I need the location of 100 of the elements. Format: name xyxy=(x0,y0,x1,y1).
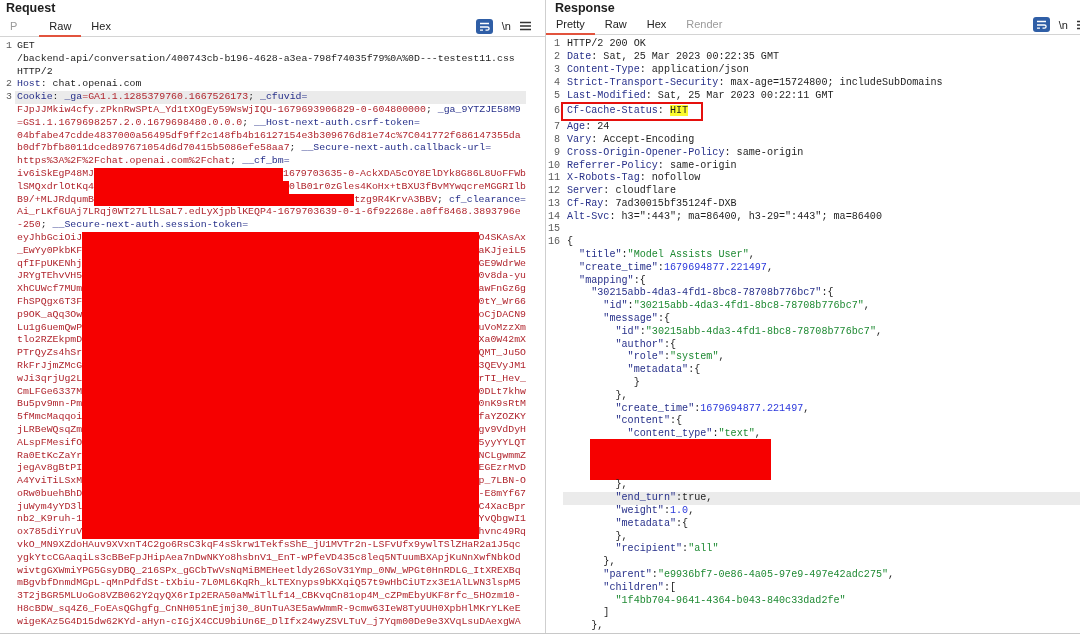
code-line: 0DLt7khw xyxy=(478,385,526,399)
code-line: CmLFGe6337M xyxy=(17,385,83,399)
code-line: ] xyxy=(603,607,610,621)
text-wrap-icon[interactable] xyxy=(475,18,493,34)
code-line: /backend-api/conversation/400743cb-b196-4628-a3ea-798f74035f79%0A%0D---testest11.css xyxy=(17,52,515,66)
newline-button[interactable]: \n xyxy=(1058,18,1068,31)
code-line: 04bfabe47cdde4837000a56495df9ff2c148fb4b16127154e3b309676d81e74c%7C041772f686147355da xyxy=(17,129,521,143)
code-line: gv9VdDyH xyxy=(478,423,526,437)
code-line: "weight":1.0, xyxy=(615,505,695,518)
code-line: A4YviTiLSxM xyxy=(17,475,83,488)
code-line: 0v8da-yu xyxy=(478,270,526,284)
line-number: 15 xyxy=(546,223,560,237)
code-line: Cookie: _ga=GA1.1.1285379760.1667526173; _cfuvid= xyxy=(17,91,308,104)
code-line: RkFrJjmZMcG xyxy=(17,359,83,373)
code-line: "mapping":{ xyxy=(579,274,646,287)
line-number: 10 xyxy=(546,159,560,173)
code-line: GE9WdrWe xyxy=(478,257,526,271)
line-number: 4 xyxy=(552,76,560,90)
code-line: 5yyYYLQT xyxy=(478,436,526,450)
code-line: eyJhbGciOiJ xyxy=(17,231,83,245)
code-line: wivtgGXWmiYPG5GsyDBQ_216SPx_gGCbTwVsNqMiBMEHeetldy26SoV31Ymp_0NW_WPGt0HnRDLG_ItXREXBq xyxy=(17,564,521,578)
code-line: Ai_rLKf6UAj7LRqj0WT27LlLSaL7.edLyXjpblKEQP4-1679703639-0-1-6f92268e.a0ff8468.3893796e xyxy=(17,206,521,220)
code-line: =GS1.1.1679698257.2.0.1679698480.0.0.0; __Host-next-auth.csrf-token= xyxy=(17,116,420,130)
code-line: HTTP/2 200 OK xyxy=(567,38,646,52)
code-line: faYZOZKY xyxy=(478,411,526,424)
code-line: Content-Type: application/json xyxy=(567,63,749,77)
line-number: 3 xyxy=(552,63,560,77)
code-line: "metadata":{ xyxy=(615,517,689,531)
code-line: XhCUWcf7MUm xyxy=(17,283,83,296)
code-line: p9OK_aQq3Ow xyxy=(17,308,83,322)
code-line: Alt-Svc: h3=":443"; ma=86400, h3-29=":443"; ma=86400 xyxy=(567,210,882,224)
line-number: 5 xyxy=(552,89,560,103)
code-line: "metadata":{ xyxy=(627,364,701,377)
code-line: hvnc49Rq xyxy=(478,526,526,540)
tab[interactable]: Raw xyxy=(39,16,82,37)
code-line: p_7LBN-O xyxy=(478,475,526,488)
code-line: Bu5pv9mn-Pm xyxy=(17,398,83,412)
code-line: "id":"30215abb-4da3-4fd1-8bc8-78708b776bc7", xyxy=(615,325,882,339)
code-line: "author":{ xyxy=(615,338,677,351)
code-line: "1f4bb704-9641-4364-b043-840c33dad2fe" xyxy=(615,594,846,608)
code-line: -250; __Secure-next-auth.session-token= xyxy=(17,219,249,232)
code-line: mBgvbfDnmdMGpL-qMnPdfdSt-tXbiu-7L0ML6KqRh_kLTEXnyps9bKXqiQ57t9wHbCiUTzx3E1AlLWN3lspM5 xyxy=(17,577,521,591)
code-line: "end_turn":true, xyxy=(615,492,713,505)
code-line: Server: cloudflare xyxy=(567,185,677,198)
code-line: GET xyxy=(17,40,35,53)
code-line: "content":{ xyxy=(615,415,683,428)
line-number: 1 xyxy=(5,40,12,53)
code-line: Cf-Ray: 7ad30015bf35124f-DXB xyxy=(567,197,737,211)
code-line: "content_type":"text", xyxy=(627,428,761,442)
line-number: 12 xyxy=(546,185,560,198)
line-number: 7 xyxy=(552,121,560,134)
code-line: C4XacBpr xyxy=(478,500,526,514)
tab[interactable]: Hex xyxy=(81,16,121,37)
menu-icon[interactable] xyxy=(520,21,531,31)
code-line: "create_time":1679694877.221497, xyxy=(579,261,773,275)
newline-button[interactable]: \n xyxy=(501,20,511,32)
code-line: "message":{ xyxy=(603,313,670,326)
code-line: }, xyxy=(591,620,604,633)
code-line: O4SKAsAx xyxy=(478,231,526,245)
tab[interactable]: Hex xyxy=(636,15,677,36)
code-line: Age: 24 xyxy=(567,121,610,134)
line-number: 2 xyxy=(5,78,12,92)
code-line: }, xyxy=(615,389,628,403)
code-line: }, xyxy=(615,479,628,492)
line-number: 14 xyxy=(546,210,560,224)
code-line: 3QEVyJM1 xyxy=(478,359,526,373)
line-number: 9 xyxy=(552,146,560,160)
pane-title: Request xyxy=(6,1,56,15)
line-number: 16 xyxy=(546,236,560,250)
code-line: 0tY_Wr66 xyxy=(478,295,526,309)
code-line: Cf-Cache-Status: HIT xyxy=(567,105,689,119)
code-line: Vary: Accept-Encoding xyxy=(567,133,695,147)
code-line: 0lB01r0zGles4KoHx+tBXU3fBvMYwqcreMGGRIlb xyxy=(288,180,526,194)
code-line: wigeKAz5G4D15dw62KYd-aHyn-cIGjX4CCU9biUn6E_DlIfx24wyZSVLTuV_j7Yqm00De9e3XVqLsuDAexgWA xyxy=(17,615,521,629)
code-line: jegAv8gBtPI xyxy=(17,462,83,476)
tab[interactable]: Pretty xyxy=(546,15,595,36)
line-number: 2 xyxy=(552,51,560,64)
code-line: Date: Sat, 25 Mar 2023 00:22:35 GMT xyxy=(567,51,779,64)
code-line: H8cBDW_sq4Z6_FoEAsQGhgfg_CnNH051nEjmj30_8UnTuA3E5awWmmR-9cmw63IeW8TyUUH0XpbHlMKrYLKeE xyxy=(17,603,521,616)
code-line: rTI_Hev_ xyxy=(478,372,526,386)
pane-title: Response xyxy=(555,0,615,15)
code-line: nb2_K9ruh-1 xyxy=(17,513,83,527)
code-line: https%3A%2F%2Fchat.openai.com%2Fchat; __cf_bm= xyxy=(17,155,290,168)
code-line: "id":"30215abb-4da3-4fd1-8bc8-78708b776bc7", xyxy=(603,300,870,313)
code-line: YvQbgwI1 xyxy=(478,513,526,527)
code-line: ox785diYruV xyxy=(17,526,83,540)
code-line: Strict-Transport-Security: max-age=15724800; includeSubDomains xyxy=(567,76,943,90)
code-line: Last-Modified: Sat, 25 Mar 2023 00:22:11 GMT xyxy=(567,89,834,103)
line-number: 8 xyxy=(552,133,560,147)
code-line: Xa0W42mX xyxy=(478,334,526,348)
code-line: PTrQyZs4hSr xyxy=(17,347,83,360)
line-number: 6 xyxy=(552,105,560,119)
code-line: ygkYtcCGAaqiLs3cBBeFpJHipAea7nDwNKYo8hsbnV1_EnT-wPfeVD435c8leq5NTuumBXApjKuNnXwfNbkOd xyxy=(17,551,521,565)
line-number: 13 xyxy=(546,197,560,211)
text-wrap-icon[interactable] xyxy=(1032,17,1050,33)
code-line: _EwYy0PkbKF xyxy=(17,244,83,258)
code-line: lSMQxdrlOtKq4 xyxy=(17,180,95,194)
line-number: 11 xyxy=(546,172,560,186)
tab[interactable]: Raw xyxy=(594,15,637,36)
code-line: }, xyxy=(603,556,616,569)
